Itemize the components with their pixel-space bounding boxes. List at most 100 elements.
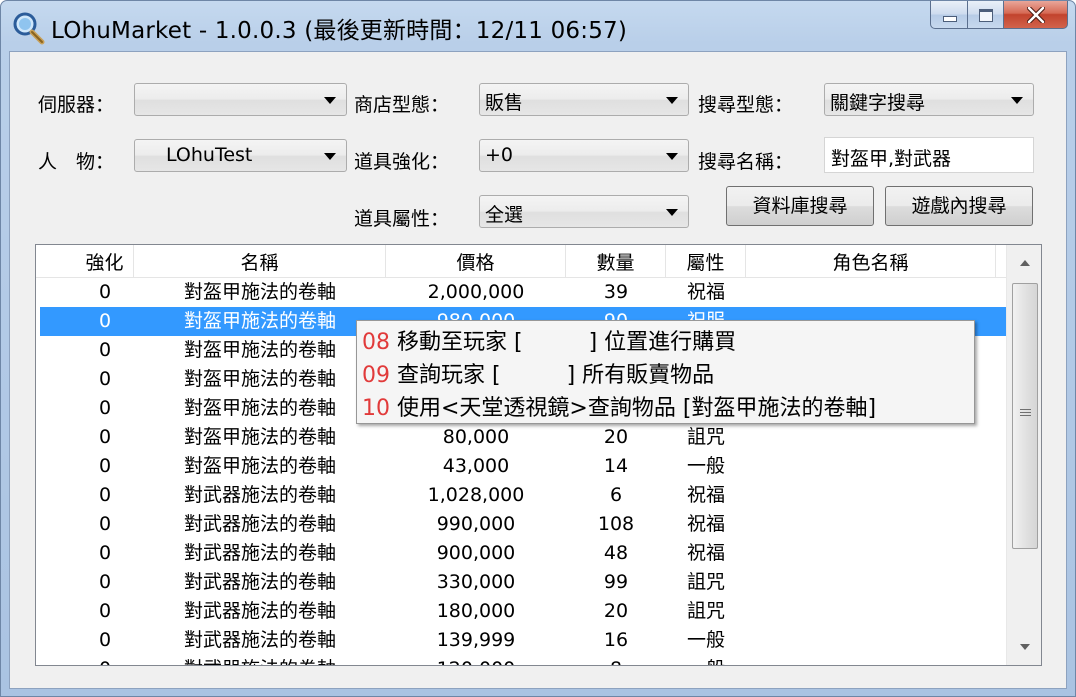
maximize-button[interactable]: [968, 1, 1004, 29]
menu-item-number: 08: [362, 330, 390, 355]
table-cell: 80,000: [442, 426, 510, 448]
table-cell: 900,000: [436, 542, 516, 564]
table-cell: 祝福: [686, 281, 725, 303]
search-type-combo[interactable]: 關鍵字搜尋: [824, 83, 1034, 116]
shop-type-value: 販售: [485, 92, 524, 114]
table-cell: 對武器施法的卷軸: [183, 542, 336, 564]
table-cell: 對武器施法的卷軸: [183, 600, 336, 622]
table-cell: 139,999: [436, 629, 516, 651]
table-cell: 20: [603, 426, 629, 448]
table-cell: 120,000: [386, 655, 566, 665]
search-name-label: 搜尋名稱：: [698, 151, 794, 173]
character-combo[interactable]: LOhuTest: [134, 139, 347, 172]
enhance-combo[interactable]: +0: [479, 139, 689, 172]
table-cell: 0: [98, 426, 112, 448]
scroll-down-button[interactable]: [1007, 629, 1041, 665]
table-cell: 48: [603, 542, 629, 564]
table-cell: 一般: [666, 655, 746, 665]
magnifier-icon: [13, 12, 45, 45]
table-cell: 0: [98, 542, 112, 564]
grip-icon: [1020, 409, 1031, 418]
table-cell: 0: [76, 655, 134, 665]
table-row[interactable]: 0 對盔甲施法的卷軸 2,000,000 39 祝福: [36, 278, 1006, 307]
shop-type-combo[interactable]: 販售: [479, 83, 689, 116]
chevron-down-icon: [666, 153, 678, 160]
table-cell: 詛咒: [686, 600, 725, 622]
table-cell: 對武器施法的卷軸: [183, 629, 336, 651]
table-cell: 對武器施法的卷軸: [183, 484, 336, 506]
table-cell: 對盔甲施法的卷軸: [183, 310, 336, 332]
chevron-down-icon: [666, 97, 678, 104]
table-row[interactable]: 0 對武器施法的卷軸 330,000 99 詛咒: [36, 568, 1006, 597]
table-cell: 0: [98, 629, 112, 651]
menu-item-number: 10: [362, 396, 390, 421]
menu-item-label: 查詢玩家 [ ] 所有販賣物品: [397, 363, 715, 388]
close-icon: [1027, 7, 1045, 23]
game-search-button[interactable]: 遊戲內搜尋: [885, 186, 1033, 226]
table-row[interactable]: 0 對盔甲施法的卷軸 43,000 14 一般: [36, 452, 1006, 481]
table-row[interactable]: 0對武器施法的卷軸120,0008一般: [36, 655, 1006, 665]
table-cell: [746, 423, 996, 452]
table-cell: 0: [98, 455, 112, 477]
table-row[interactable]: 0 對武器施法的卷軸 1,028,000 6 祝福: [36, 481, 1006, 510]
search-name-input[interactable]: 對盔甲,對武器: [824, 137, 1034, 173]
table-cell: 6: [609, 484, 623, 506]
table-row[interactable]: 0 對武器施法的卷軸 139,999 16 一般: [36, 626, 1006, 655]
table-row[interactable]: 0 對盔甲施法的卷軸 80,000 20 詛咒: [36, 423, 1006, 452]
minimize-button[interactable]: [930, 1, 968, 29]
table-cell: 39: [603, 281, 629, 303]
menu-item-query-player[interactable]: 09 查詢玩家 [ ] 所有販賣物品: [362, 357, 714, 389]
menu-item-number: 09: [362, 363, 390, 388]
table-row[interactable]: 0 對武器施法的卷軸 900,000 48 祝福: [36, 539, 1006, 568]
menu-item-use-lens[interactable]: 10 使用<天堂透視鏡>查詢物品 [對盔甲施法的卷軸]: [362, 390, 876, 422]
table-cell: 0: [98, 484, 112, 506]
menu-item-move-to-player[interactable]: 08 移動至玩家 [ ] 位置進行購買: [362, 324, 736, 356]
table-cell: 2,000,000: [427, 281, 525, 303]
table-cell: 一般: [686, 455, 725, 477]
table-cell: 0: [98, 513, 112, 535]
column-header[interactable]: 數量: [566, 245, 666, 278]
db-search-button[interactable]: 資料庫搜尋: [726, 186, 874, 226]
table-row[interactable]: 0 對武器施法的卷軸 180,000 20 詛咒: [36, 597, 1006, 626]
table-cell: 對盔甲施法的卷軸: [183, 368, 336, 390]
scroll-thumb[interactable]: [1012, 283, 1038, 549]
vertical-scrollbar[interactable]: [1006, 245, 1041, 665]
menu-item-label: 移動至玩家 [ ] 位置進行購買: [397, 330, 737, 355]
character-label: 人 物：: [38, 151, 115, 173]
character-value: LOhuTest: [166, 144, 253, 166]
table-cell: 8: [566, 655, 666, 665]
table-cell: 對盔甲施法的卷軸: [183, 455, 336, 477]
table-cell: 詛咒: [686, 571, 725, 593]
arrow-up-icon: [1020, 260, 1030, 266]
table-cell: [746, 481, 996, 510]
list-header: 強化 名稱 價格 數量 屬性 角色名稱: [36, 245, 1006, 278]
scroll-up-button[interactable]: [1007, 245, 1041, 281]
attribute-label: 道具屬性：: [354, 208, 450, 230]
table-cell: 990,000: [436, 513, 516, 535]
close-button[interactable]: [1004, 1, 1068, 29]
results-listview[interactable]: 強化 名稱 價格 數量 屬性 角色名稱 0 對盔甲施法的卷軸 2,000,000 39…: [35, 244, 1042, 666]
column-header[interactable]: 強化: [76, 245, 134, 278]
table-cell: 1,028,000: [427, 484, 525, 506]
table-cell: 對武器施法的卷軸: [183, 513, 336, 535]
table-cell: 對武器施法的卷軸: [183, 571, 336, 593]
title-bar[interactable]: LOhuMarket - 1.0.0.3 (最後更新時間：12/11 06:57…: [1, 1, 1075, 51]
attribute-combo[interactable]: 全選: [479, 195, 689, 228]
chevron-down-icon: [666, 209, 678, 216]
table-cell: 16: [603, 629, 629, 651]
column-header[interactable]: 屬性: [666, 245, 746, 278]
table-cell: 20: [603, 600, 629, 622]
column-header[interactable]: 名稱: [134, 245, 386, 278]
table-cell: [746, 626, 996, 655]
column-header[interactable]: 價格: [386, 245, 566, 278]
table-cell: [746, 539, 996, 568]
column-header[interactable]: 角色名稱: [746, 245, 996, 278]
table-cell: 0: [98, 368, 112, 390]
table-row[interactable]: 0 對武器施法的卷軸 990,000 108 祝福: [36, 510, 1006, 539]
server-combo[interactable]: [134, 83, 347, 116]
enhance-value: +0: [485, 144, 514, 166]
table-cell: 祝福: [686, 542, 725, 564]
table-cell: 43,000: [442, 455, 510, 477]
table-cell: 108: [597, 513, 635, 535]
table-cell: 0: [98, 600, 112, 622]
